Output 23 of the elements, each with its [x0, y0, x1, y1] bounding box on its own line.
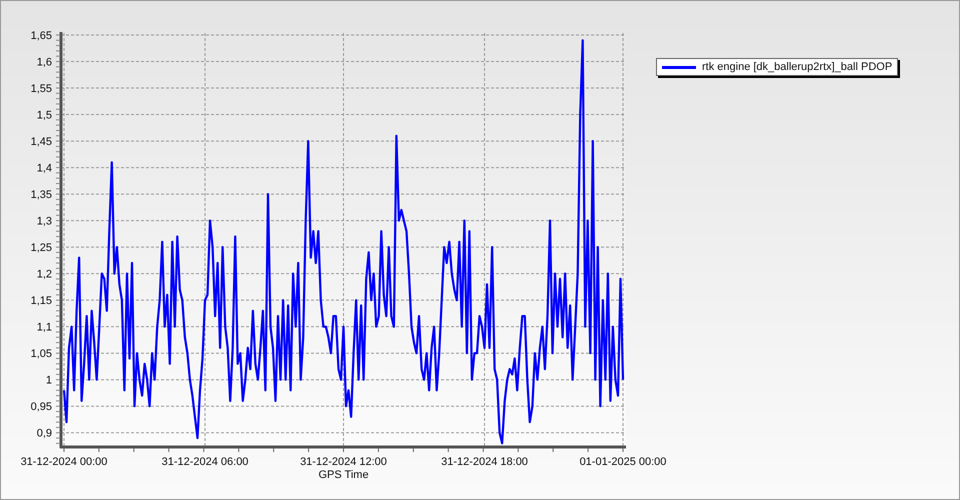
y-tick-label: 1,65	[30, 30, 52, 42]
y-tick-label: 1,15	[30, 295, 52, 308]
x-tick-label: 31-12-2024 06:00	[162, 456, 248, 468]
x-tick-label: 01-01-2025 00:00	[580, 456, 666, 468]
y-tick-label: 1,4	[36, 162, 52, 175]
x-tick-label: 31-12-2024 12:00	[300, 456, 387, 468]
y-tick-label: 0,95	[30, 401, 52, 414]
y-tick-label: 0,9	[36, 428, 52, 440]
x-tick-label: 31-12-2024 18:00	[441, 456, 528, 468]
y-tick-label: 1,1	[36, 322, 52, 334]
x-tick-label: 31-12-2024 00:00	[20, 456, 108, 468]
y-tick-label: 1,05	[30, 348, 52, 360]
y-tick-label: 1,5	[36, 110, 52, 122]
y-tick-label: 1	[46, 374, 52, 387]
y-tick-label: 1,25	[30, 242, 52, 254]
y-tick-label: 1,35	[30, 189, 52, 202]
y-tick-label: 1,6	[36, 56, 52, 69]
y-tick-label: 1,2	[36, 268, 52, 281]
y-tick-label: 1,3	[36, 216, 52, 228]
x-axis-title: GPS Time	[318, 469, 369, 481]
y-tick-label: 1,45	[30, 136, 52, 148]
legend-label: rtk engine [dk_ballerup2rtx]_ball PDOP	[702, 60, 892, 74]
y-tick-label: 1,55	[30, 83, 52, 96]
